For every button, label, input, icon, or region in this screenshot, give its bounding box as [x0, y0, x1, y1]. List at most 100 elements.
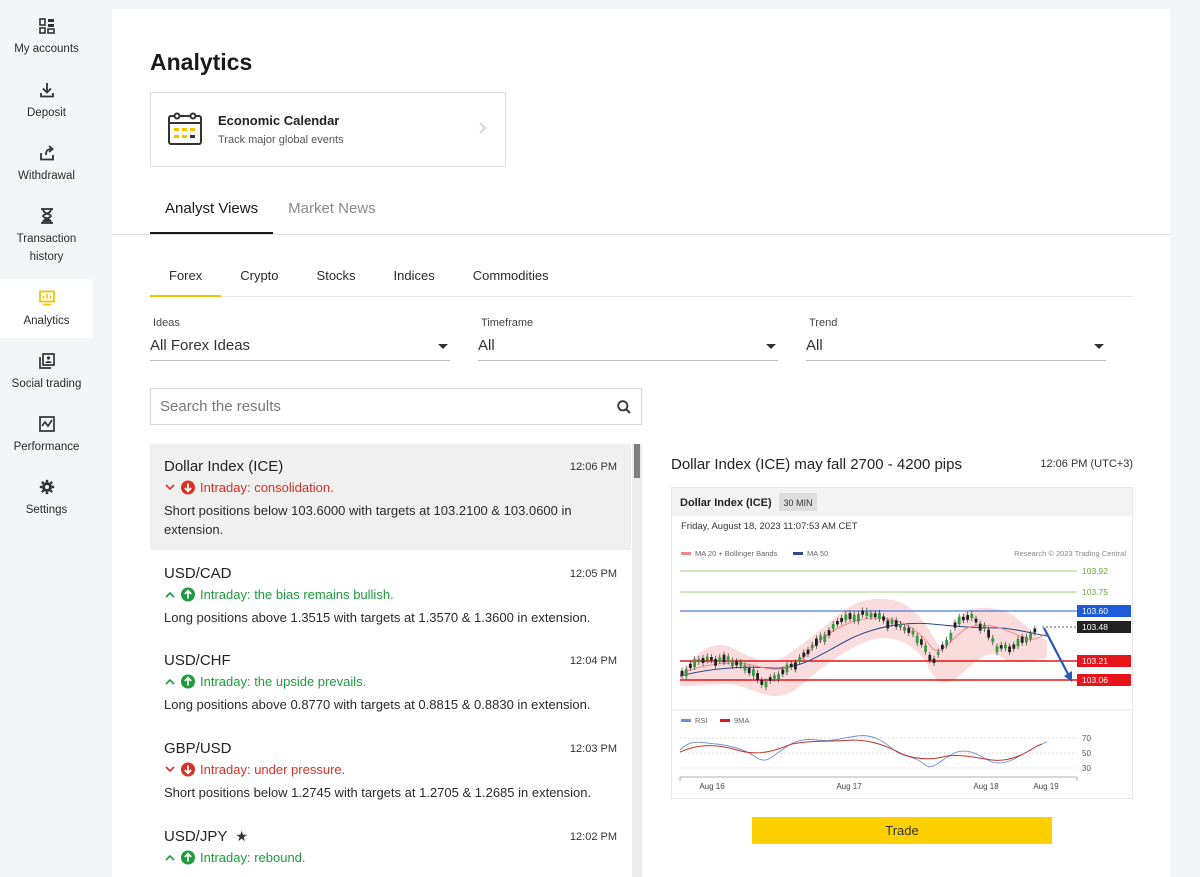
candle-body — [878, 612, 881, 620]
ideas-select-value: All Forex Ideas — [150, 337, 251, 354]
idea-trend-text: Intraday: consolidation. — [200, 480, 334, 495]
hourglass-icon — [38, 207, 56, 225]
tab-indices[interactable]: Indices — [375, 264, 454, 297]
idea-pair-text: USD/JPY — [164, 828, 228, 845]
candle-body — [806, 649, 810, 655]
level-target-1: 103.92 — [1082, 566, 1108, 576]
candle-body — [710, 657, 713, 661]
ideas-filter-label: Ideas — [153, 317, 180, 329]
economic-calendar-card[interactable]: Economic Calendar Track major global eve… — [150, 92, 506, 167]
candle-body — [684, 669, 688, 677]
tab-commodities[interactable]: Commodities — [454, 264, 568, 297]
sidebar-item-withdrawal[interactable]: Withdrawal — [0, 144, 93, 194]
timeframe-select[interactable]: All — [478, 337, 778, 361]
candle-body — [1012, 644, 1016, 649]
trend-select[interactable]: All — [806, 337, 1106, 361]
trend-up-icon — [165, 674, 195, 689]
list-item[interactable]: USD/CAD 12:05 PM Intraday: the bias remai… — [150, 550, 631, 638]
candle-body — [1033, 628, 1037, 633]
trend-up-icon — [165, 587, 195, 602]
star-icon[interactable]: ★ — [235, 828, 248, 845]
list-item[interactable]: GBP/USD 12:03 PM Intraday: under pressure… — [150, 726, 631, 814]
page-title: Analytics — [150, 49, 253, 75]
sidebar-item-performance[interactable]: Performance — [0, 415, 93, 465]
candle-body — [941, 644, 944, 650]
idea-trend: Intraday: consolidation. — [164, 480, 617, 495]
rsi-level: 50 — [1082, 749, 1091, 758]
candle-body — [1025, 636, 1028, 643]
tab-analyst-views[interactable]: Analyst Views — [150, 189, 274, 235]
list-item[interactable]: Dollar Index (ICE) 12:06 PM Intraday: con… — [150, 444, 631, 550]
search-box[interactable] — [150, 388, 642, 425]
candle-body — [689, 663, 692, 668]
list-item[interactable]: USD/JPY ★ 12:02 PM Intraday: rebound. — [150, 814, 631, 877]
candle-body — [789, 663, 793, 668]
sidebar-item-settings[interactable]: Settings — [0, 478, 93, 528]
idea-time: 12:05 PM — [569, 567, 617, 580]
candle-body — [743, 665, 747, 671]
candle-body — [836, 620, 839, 625]
candle-body — [953, 622, 957, 628]
candle-body — [848, 613, 852, 620]
list-item[interactable]: USD/CHF 12:04 PM Intraday: the upside pre… — [150, 638, 631, 726]
tab-crypto[interactable]: Crypto — [221, 264, 297, 297]
idea-trend-text: Intraday: rebound. — [200, 850, 306, 865]
trend-down-icon — [165, 480, 195, 495]
sidebar-item-deposit[interactable]: Deposit — [0, 81, 93, 131]
candle-body — [722, 654, 726, 663]
candle-body — [966, 615, 969, 620]
detail-time: 12:06 PM (UTC+3) — [1040, 458, 1133, 470]
candle-body — [865, 610, 869, 617]
level-pivot: 103.60 — [1082, 606, 1108, 616]
candle-body — [907, 627, 911, 633]
candle-body — [764, 681, 768, 688]
sidebar-item-transaction-history[interactable]: Transaction history — [0, 207, 93, 269]
chart-interval: 30 MIN — [783, 498, 812, 508]
gear-icon — [38, 478, 56, 496]
chevron-right-icon — [479, 121, 487, 137]
sidebar-item-my-accounts[interactable]: My accounts — [0, 17, 93, 67]
list-scrollbar-track[interactable] — [632, 444, 642, 877]
sidebar-item-analytics[interactable]: Analytics — [0, 279, 93, 338]
tab-forex[interactable]: Forex — [150, 264, 222, 297]
trend-filter-label: Trend — [809, 317, 838, 329]
chart-legend-item: MA 20 + Bollinger Bands — [695, 549, 778, 558]
candle-body — [739, 662, 743, 666]
candle-body — [768, 677, 772, 681]
candle-body — [957, 616, 961, 624]
sidebar-item-social-trading[interactable]: Social trading — [0, 352, 93, 402]
search-input[interactable] — [160, 389, 600, 424]
candle-body — [731, 660, 734, 667]
candle-body — [978, 623, 982, 631]
trade-button[interactable]: Trade — [752, 817, 1052, 844]
search-icon[interactable] — [617, 400, 631, 419]
ideas-list: Dollar Index (ICE) 12:06 PM Intraday: con… — [150, 444, 631, 877]
x-axis-label: Aug 16 — [699, 782, 725, 791]
candle-body — [781, 669, 785, 675]
candle-body — [890, 620, 894, 624]
candle-body — [894, 620, 898, 627]
idea-description: Short positions below 103.6000 with targ… — [164, 503, 572, 537]
idea-pair: USD/CAD — [164, 565, 232, 582]
accounts-icon — [38, 17, 56, 35]
sidebar: My accounts Deposit Withdrawal Transacti… — [0, 0, 93, 877]
ideas-select[interactable]: All Forex Ideas — [150, 337, 450, 361]
idea-description: Long positions above 0.8770 with targets… — [164, 697, 591, 712]
candle-body — [840, 617, 843, 622]
calendar-icon — [167, 110, 203, 151]
tab-stocks[interactable]: Stocks — [298, 264, 375, 297]
chart-legend-item: MA 50 — [807, 549, 828, 558]
candle-body — [693, 659, 696, 668]
level-support-1: 103.21 — [1082, 656, 1108, 666]
asset-class-tabs: Forex Crypto Stocks Indices Commodities — [150, 264, 1133, 297]
candle-body — [932, 658, 936, 663]
candle-body — [886, 620, 890, 629]
list-scrollbar-thumb[interactable] — [634, 444, 640, 478]
sidebar-item-label: Performance — [13, 441, 80, 453]
economic-calendar-subtitle: Track major global events — [218, 134, 344, 146]
candle-body — [680, 670, 684, 676]
trend-down-icon — [165, 762, 195, 777]
idea-trend-text: Intraday: the bias remains bullish. — [200, 587, 394, 602]
ideas-filter: Ideas All Forex Ideas — [150, 317, 450, 361]
tab-market-news[interactable]: Market News — [273, 189, 391, 235]
